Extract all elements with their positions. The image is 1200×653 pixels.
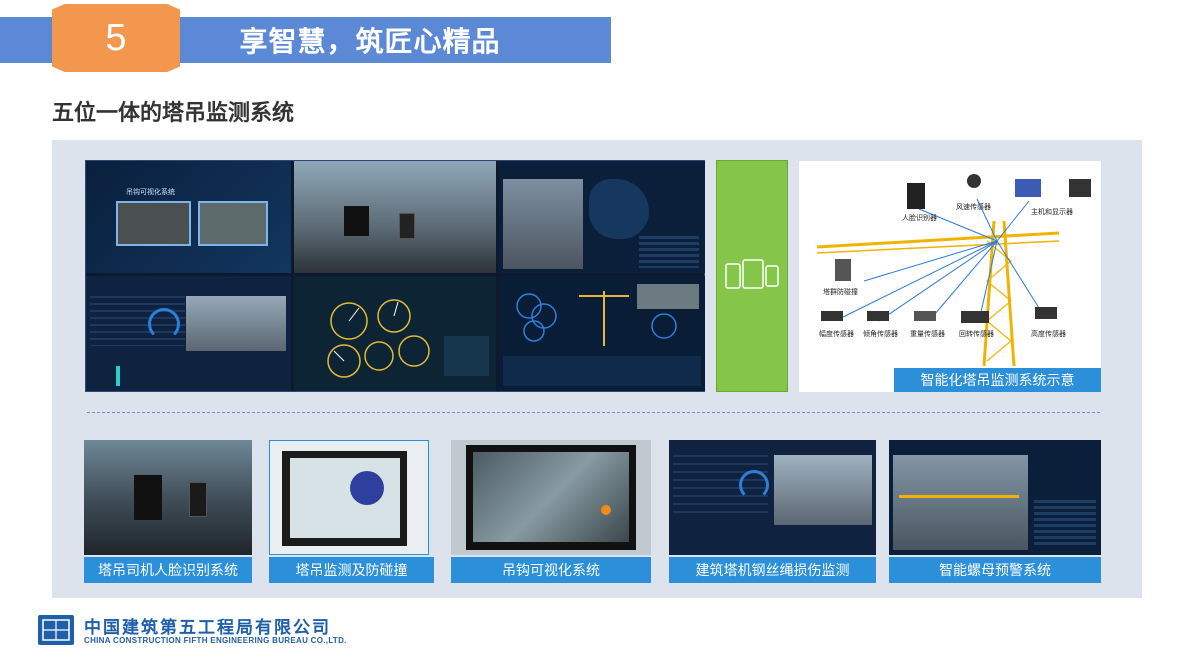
thumb-nut-table — [1034, 500, 1096, 545]
logo-icon — [42, 619, 70, 641]
face-gauge — [148, 308, 180, 340]
face-dashboard — [86, 276, 291, 391]
map-tower-photo — [503, 179, 583, 269]
thumb-nut-photo — [893, 455, 1028, 550]
thumb-nut-crane-line — [899, 495, 1019, 498]
label-host-display: 主机和显示器 — [1031, 208, 1073, 216]
monitoring-collage: 吊钩可视化系统 — [85, 160, 705, 392]
hook-frame-2 — [198, 201, 268, 246]
diagram-caption: 智能化塔吊监测系统示意 — [894, 368, 1101, 392]
cabin-device-1 — [344, 206, 369, 236]
devices-icon — [725, 259, 779, 289]
thumb-hook-visual — [451, 440, 651, 555]
label-amplitude-sensor: 幅度传感器 — [819, 330, 854, 338]
device-connection-box — [716, 160, 788, 392]
label-rotation-sensor: 回转传感器 — [959, 330, 994, 338]
hook-visual-title: 吊钩可视化系统 — [126, 188, 175, 196]
crane-diagram-graphic — [816, 174, 1091, 367]
thumb-monitor-anti-collision — [269, 440, 429, 555]
label-tilt-sensor: 倾角传感器 — [863, 330, 898, 338]
caption-monitor-anti-collision: 塔吊监测及防碰撞 — [269, 557, 434, 583]
thumb-wire-rope — [669, 440, 876, 555]
thumb-smart-nut — [889, 440, 1101, 555]
anti-collision-dashboard — [294, 276, 496, 391]
crane-system-diagram: 人脸识别器 风速传感器 主机和显示器 塔群防碰撞 幅度传感器 倾角传感器 重量传… — [799, 161, 1101, 392]
thumb-monitor-display — [290, 458, 400, 538]
caption-hook-visual: 吊钩可视化系统 — [451, 557, 651, 583]
caption-smart-nut: 智能螺母预警系统 — [889, 557, 1101, 583]
hook-visual-screen: 吊钩可视化系统 — [86, 161, 291, 273]
label-weight-sensor: 重量传感器 — [910, 330, 945, 338]
thumb-face-device-1 — [134, 475, 162, 520]
label-height-sensor: 高度传感器 — [1031, 330, 1066, 338]
section-number-badge: 5 — [52, 4, 180, 72]
page-title: 享智慧，筑匠心精品 — [239, 25, 501, 58]
thumb-wire-photo — [774, 455, 872, 525]
thumb-hook-dot — [601, 505, 611, 515]
caption-wire-rope: 建筑塔机钢丝绳损伤监测 — [669, 557, 876, 583]
map-area — [589, 179, 649, 239]
caption-face-recognition: 塔吊司机人脸识别系统 — [84, 557, 252, 583]
map-dashboard — [499, 161, 705, 273]
crane-data-graphics — [503, 284, 701, 386]
thumb-face-recognition — [84, 440, 252, 555]
label-face-recognizer: 人脸识别器 — [902, 214, 937, 222]
company-name-en: CHINA CONSTRUCTION FIFTH ENGINEERING BUR… — [84, 636, 347, 645]
header-left-bar — [0, 17, 58, 63]
cabin-device-2 — [399, 213, 415, 239]
thumb-hook-view — [473, 452, 629, 542]
face-site-photo — [186, 296, 286, 351]
anti-collision-circles — [327, 299, 489, 378]
face-bar — [116, 366, 120, 386]
cabin-photo — [294, 161, 496, 273]
dashed-divider — [87, 412, 1100, 413]
company-name-cn: 中国建筑第五工程局有限公司 — [84, 618, 331, 638]
label-tower-anti-collision: 塔群防碰撞 — [823, 288, 858, 296]
thumb-monitor-circle — [350, 471, 384, 505]
label-wind-sensor: 风速传感器 — [956, 203, 991, 211]
crane-data-dashboard — [499, 276, 705, 391]
thumb-wire-gauge — [739, 470, 769, 500]
section-title: 五位一体的塔吊监测系统 — [52, 101, 295, 126]
map-table — [639, 236, 699, 268]
hook-frame-1 — [116, 201, 191, 246]
thumb-face-device-2 — [189, 482, 207, 517]
company-logo — [38, 615, 74, 645]
